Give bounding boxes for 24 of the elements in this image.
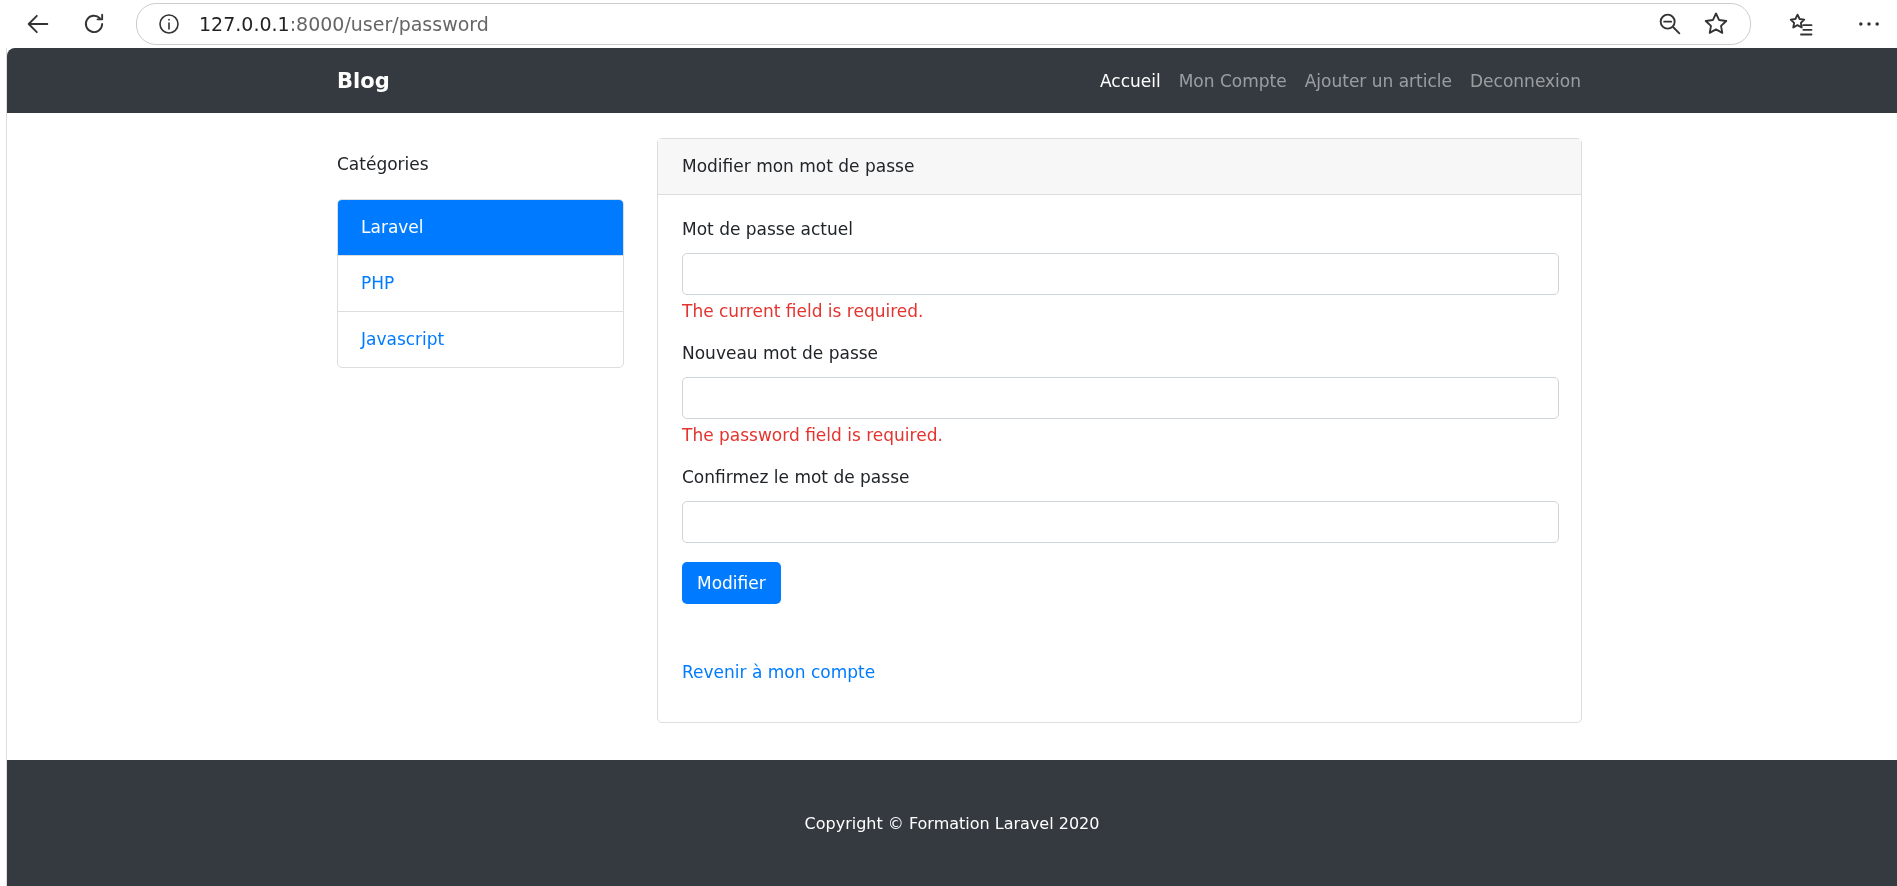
nav-link[interactable]: Ajouter un article: [1304, 70, 1453, 91]
sidebar-title: Catégories: [337, 154, 430, 174]
nav-link[interactable]: Deconnexion: [1470, 70, 1581, 91]
category-item[interactable]: Laravel: [338, 200, 623, 255]
field-label: Confirmez le mot de passe: [682, 467, 911, 487]
password-field[interactable]: [682, 253, 1559, 295]
nav-link[interactable]: Mon Compte: [1178, 70, 1287, 91]
field-label: Nouveau mot de passe: [682, 343, 880, 363]
back-link[interactable]: Revenir à mon compte: [682, 662, 876, 682]
info-icon: [157, 12, 181, 36]
error-message: The password field is required.: [682, 425, 944, 445]
submit-button[interactable]: Modifier: [682, 562, 781, 604]
field-label: Mot de passe actuel: [682, 219, 854, 239]
error-message: The current field is required.: [682, 301, 925, 321]
category-item[interactable]: Javascript: [338, 311, 623, 367]
url-text: 127.0.0.1:8000/user/password: [199, 13, 490, 35]
card-header: Modifier mon mot de passe: [658, 139, 1581, 195]
category-item[interactable]: PHP: [338, 255, 623, 311]
copyright-text: Copyright © Formation Laravel 2020: [804, 813, 1100, 833]
brand-link[interactable]: Blog: [337, 68, 1100, 93]
address-bar[interactable]: 127.0.0.1:8000/user/password: [136, 3, 1751, 45]
password-field[interactable]: [682, 377, 1559, 419]
password-field[interactable]: [682, 501, 1559, 543]
nav-link[interactable]: Accueil: [1100, 70, 1161, 91]
